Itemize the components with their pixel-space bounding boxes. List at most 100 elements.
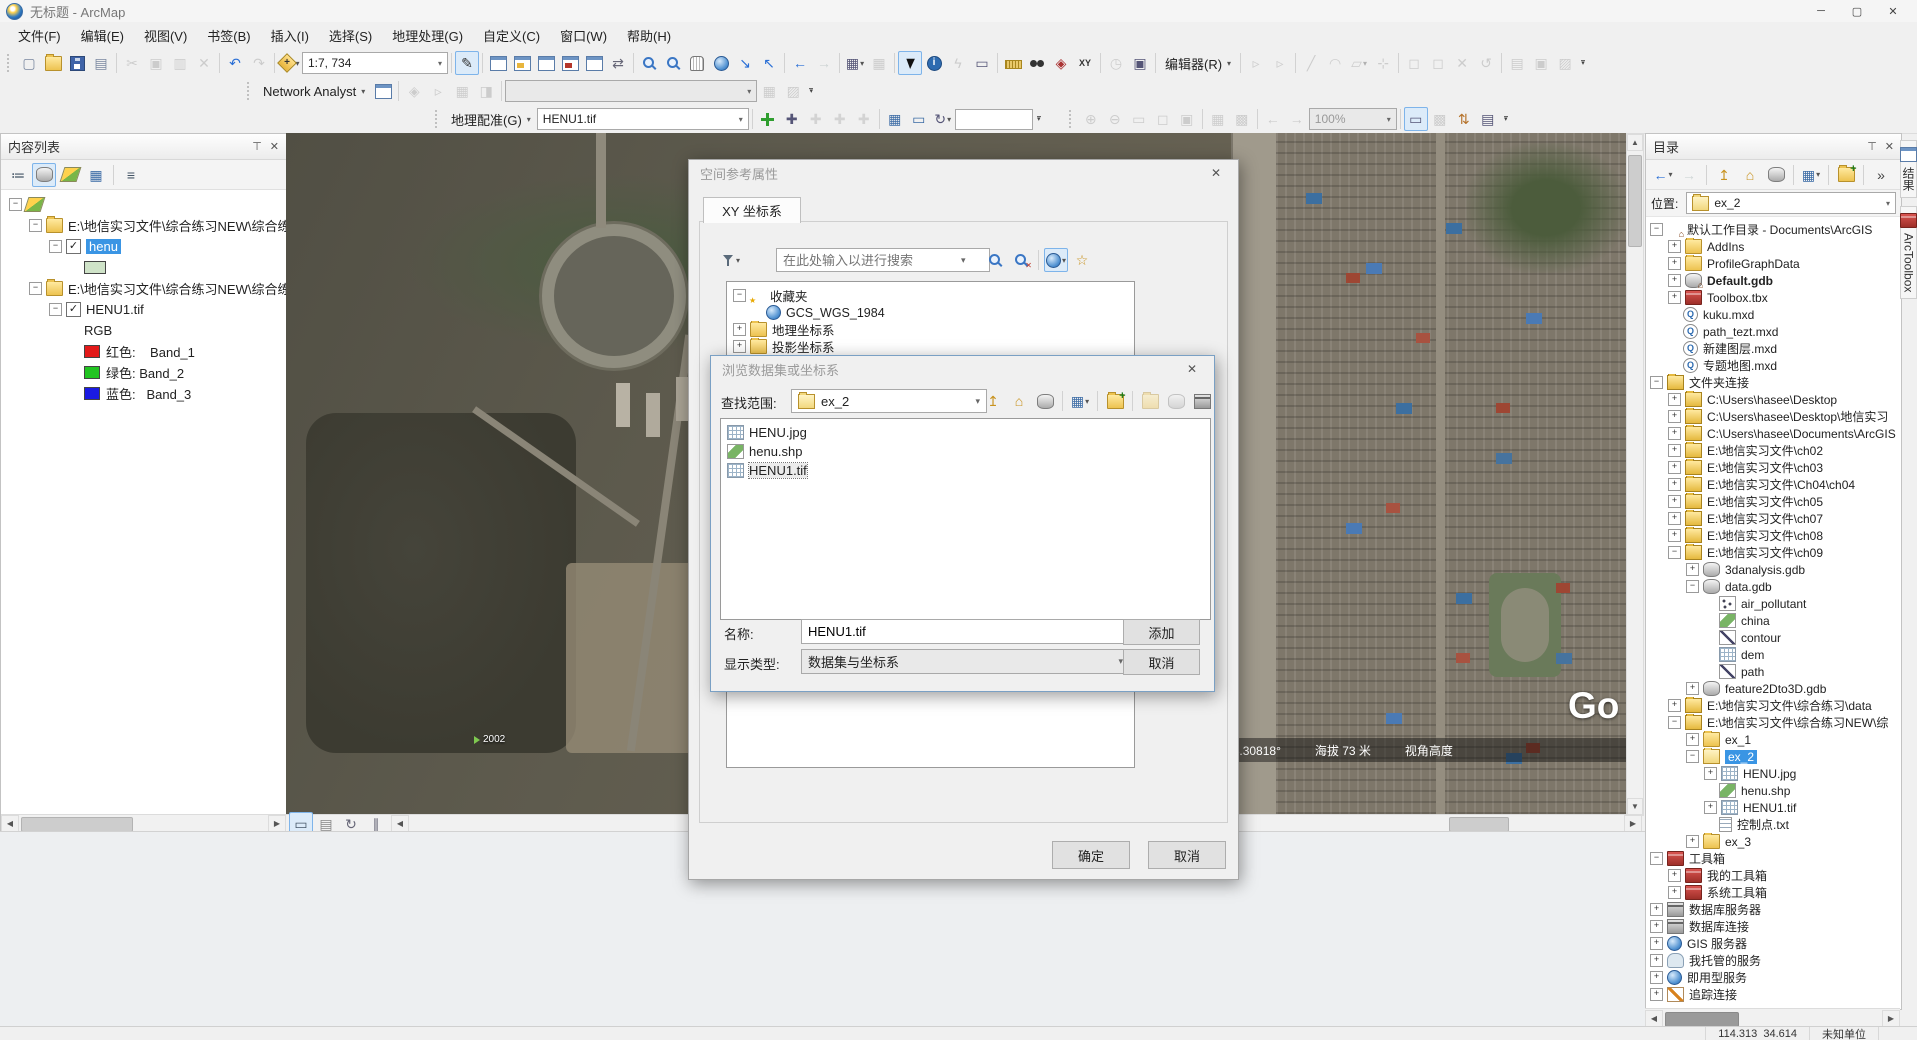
close-button[interactable]: ✕ (1875, 1, 1911, 21)
location-combo[interactable]: ex_2 ▾ (1686, 192, 1896, 214)
cancel-button[interactable]: 取消 (1123, 649, 1200, 675)
menu-item[interactable]: 地理处理(G) (382, 22, 473, 49)
catalog-hscrollbar[interactable]: ◀ ▶ (1645, 1008, 1900, 1027)
tree-item[interactable]: − 文件夹连接 (1646, 374, 1901, 391)
expand-icon[interactable]: + (1668, 529, 1681, 542)
menu-item[interactable]: 选择(S) (319, 22, 382, 49)
coordinate-search-input[interactable] (776, 248, 990, 272)
layers-group[interactable]: − (1, 194, 286, 215)
expand-icon[interactable]: + (1650, 988, 1663, 1001)
pin-icon[interactable]: ⊤ (1867, 140, 1877, 153)
expand-icon[interactable]: + (1686, 682, 1699, 695)
file-item[interactable]: HENU1.tif (723, 461, 1208, 480)
layout-toggle-mode-icon[interactable]: ▭ (1403, 107, 1428, 131)
toc-window-icon[interactable] (486, 51, 510, 75)
tree-item[interactable]: contour (1646, 629, 1901, 646)
file-item[interactable]: HENU.jpg (723, 423, 1208, 442)
fixed-zoom-in-icon[interactable]: ↘ (733, 51, 757, 75)
collapse-icon[interactable]: − (1668, 546, 1681, 559)
connect-folder-icon[interactable] (1834, 163, 1858, 187)
tree-item[interactable]: + ex_3 (1646, 833, 1901, 850)
expand-icon[interactable]: + (1686, 563, 1699, 576)
tree-item[interactable]: + E:\地信实习文件\ch03 (1646, 459, 1901, 476)
visibility-checkbox[interactable]: ✓ (66, 302, 81, 317)
ok-button[interactable]: 确定 (1052, 841, 1130, 869)
expand-icon[interactable]: + (733, 340, 746, 353)
view-link-table-icon[interactable]: ▦ (883, 107, 907, 131)
contents-view-icon[interactable]: ▦ ▾ (1799, 163, 1823, 187)
tree-item[interactable]: − 收藏夹 (727, 287, 1134, 304)
select-features-icon[interactable]: ▦ ▾ (843, 51, 867, 75)
tree-item[interactable]: + E:\地信实习文件\ch05 (1646, 493, 1901, 510)
find-route-icon[interactable]: ◈ (1049, 51, 1073, 75)
expand-icon[interactable]: + (1668, 512, 1681, 525)
map-vscrollbar[interactable]: ▲ ▼ (1626, 133, 1644, 816)
tree-item[interactable]: GCS_WGS_1984 (727, 304, 1134, 321)
find-icon[interactable] (1025, 51, 1049, 75)
collapse-icon[interactable]: − (1650, 376, 1663, 389)
file-item[interactable]: henu.shp (723, 442, 1208, 461)
rgb-label[interactable]: RGB (1, 320, 286, 341)
add-to-favorites-icon[interactable]: ☆ (1070, 248, 1094, 272)
menu-item[interactable]: 插入(I) (261, 22, 319, 49)
add-control-points-icon[interactable] (756, 107, 780, 131)
layout-zoom-combo[interactable]: 100% ▾ (1308, 108, 1397, 130)
close-icon[interactable]: ✕ (1181, 360, 1203, 378)
band-blue[interactable]: 蓝色: Band_3 (1, 383, 286, 404)
tree-item[interactable]: kuku.mxd (1646, 306, 1901, 323)
menu-item[interactable]: 书签(B) (197, 22, 260, 49)
tree-item[interactable]: + Default.gdb (1646, 272, 1901, 289)
toolbar-grip[interactable] (247, 82, 253, 100)
toolbar-grip[interactable] (7, 54, 13, 72)
tree-item[interactable]: + E:\地信实习文件\ch08 (1646, 527, 1901, 544)
tree-item[interactable]: + 数据库服务器 (1646, 901, 1901, 918)
filter-icon[interactable]: ▾ (719, 248, 743, 272)
toolbar-grip[interactable] (435, 110, 441, 128)
expand-icon[interactable]: + (1686, 733, 1699, 746)
side-tab-结果[interactable]: 结果 (1900, 140, 1917, 198)
menu-item[interactable]: 窗口(W) (550, 22, 617, 49)
tree-item[interactable]: + ProfileGraphData (1646, 255, 1901, 272)
home-folder-icon[interactable]: ⌂ (1007, 389, 1031, 413)
expand-icon[interactable]: + (1668, 478, 1681, 491)
python-window-icon[interactable] (582, 51, 606, 75)
pan-icon[interactable] (685, 51, 709, 75)
tree-item[interactable]: path_tezt.mxd (1646, 323, 1901, 340)
default-geodatabase-icon[interactable] (1764, 163, 1788, 187)
tree-item[interactable]: henu.shp (1646, 782, 1901, 799)
expand-icon[interactable]: + (1668, 393, 1681, 406)
layout-change-icon[interactable]: ⇅ (1452, 107, 1476, 131)
georeferencing-menu[interactable]: 地理配准(G) ▾ (445, 110, 537, 129)
tree-item[interactable]: − 工具箱 (1646, 850, 1901, 867)
name-input[interactable] (801, 619, 1130, 644)
expand-icon[interactable]: + (1668, 410, 1681, 423)
tree-item[interactable]: + 系统工具箱 (1646, 884, 1901, 901)
group-layer-1[interactable]: − E:\地信实习文件\综合练习NEW\综合练习 (1, 215, 286, 236)
expand-icon[interactable]: + (1668, 699, 1681, 712)
collapse-icon[interactable]: − (29, 282, 42, 295)
band-red[interactable]: 红色: Band_1 (1, 341, 286, 362)
connect-folder-icon[interactable] (1103, 389, 1127, 413)
toolbox-window-icon[interactable] (558, 51, 582, 75)
side-tab-ArcToolbox[interactable]: ArcToolbox (1900, 206, 1917, 300)
expand-icon[interactable]: + (1668, 495, 1681, 508)
toc-options-icon[interactable]: ≡ (119, 163, 143, 187)
zoom-in-icon[interactable] (637, 51, 661, 75)
tree-item[interactable]: + E:\地信实习文件\综合练习\data (1646, 697, 1901, 714)
georef-layer-combo[interactable]: HENU1.tif ▾ (536, 108, 749, 130)
tree-item[interactable]: + E:\地信实习文件\Ch04\ch04 (1646, 476, 1901, 493)
home-folder-icon[interactable]: ⌂ (1738, 163, 1762, 187)
back-extent-icon[interactable]: ← (788, 51, 812, 75)
tree-item[interactable]: + HENU1.tif (1646, 799, 1901, 816)
pin-icon[interactable]: ⊤ (252, 140, 262, 153)
tree-item[interactable]: + 地理坐标系 (727, 321, 1134, 338)
select-elements-icon[interactable] (898, 51, 922, 75)
expand-icon[interactable]: + (1704, 801, 1717, 814)
zoom-out-icon[interactable] (661, 51, 685, 75)
measure-icon[interactable] (1001, 51, 1025, 75)
tree-item[interactable]: + C:\Users\hasee\Documents\ArcGIS (1646, 425, 1901, 442)
band-green[interactable]: 绿色: Band_2 (1, 362, 286, 383)
tree-item[interactable]: + ex_1 (1646, 731, 1901, 748)
tree-item[interactable]: + AddIns (1646, 238, 1901, 255)
expand-icon[interactable]: + (1668, 886, 1681, 899)
